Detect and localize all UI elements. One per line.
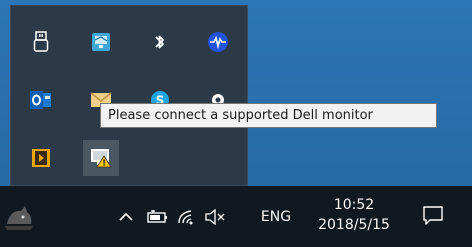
clock-time: 10:52 <box>333 197 375 213</box>
action-center-notification-icon[interactable] <box>416 201 450 231</box>
bluetooth-icon[interactable] <box>142 24 178 60</box>
show-hidden-icons-chevron-up-icon[interactable] <box>116 205 136 229</box>
clock-date: 2018/5/15 <box>318 217 390 233</box>
outlook-icon[interactable] <box>23 82 59 118</box>
dell-monitor-warning-icon[interactable] <box>83 140 119 176</box>
tray-overflow-panel: S <box>10 5 248 186</box>
usb-safely-remove-icon[interactable] <box>23 24 59 60</box>
input-language-indicator[interactable]: ENG <box>256 205 296 229</box>
battery-charging-icon[interactable] <box>146 205 170 229</box>
audio-wave-icon[interactable] <box>200 24 236 60</box>
taskbar: ENG 10:52 2018/5/15 <box>0 186 472 247</box>
volume-muted-icon[interactable] <box>202 205 228 229</box>
video-app-icon[interactable] <box>23 140 59 176</box>
taskbar-clock[interactable]: 10:52 2018/5/15 <box>302 186 406 247</box>
tooltip: Please connect a supported Dell monitor <box>100 103 437 128</box>
display-manager-icon[interactable] <box>83 24 119 60</box>
wifi-icon[interactable] <box>175 205 199 229</box>
cat-app-icon[interactable] <box>2 200 36 234</box>
